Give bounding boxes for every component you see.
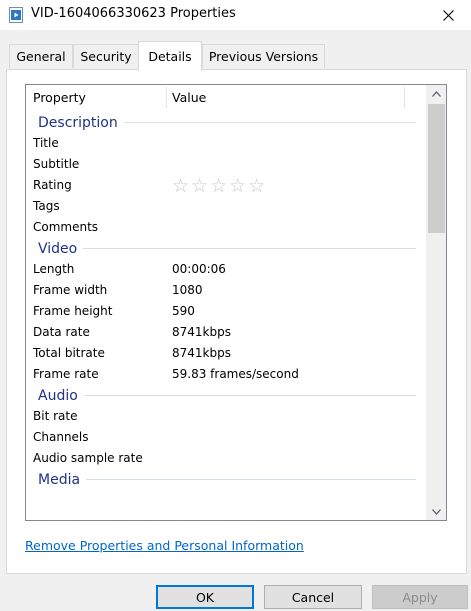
chevron-down-icon (431, 508, 441, 515)
property-name: Audio sample rate (33, 451, 143, 465)
tab-label: General (16, 49, 66, 64)
scroll-down-button[interactable] (426, 503, 446, 520)
video-file-icon (9, 7, 23, 23)
property-name: Subtitle (33, 157, 80, 171)
property-name: Channels (33, 430, 89, 444)
property-row[interactable]: Tags (26, 196, 426, 217)
star-icon[interactable]: ☆ (248, 175, 267, 197)
column-divider[interactable] (166, 87, 167, 108)
column-header-value[interactable]: Value (172, 85, 206, 110)
property-row[interactable]: Frame width 1080 (26, 280, 426, 301)
property-name: Tags (33, 199, 60, 213)
group-heading: Audio (38, 387, 78, 404)
property-name: Length (33, 262, 75, 276)
cancel-button[interactable]: Cancel (264, 585, 362, 609)
property-value: 00:00:06 (172, 262, 226, 276)
property-row[interactable]: Audio sample rate (26, 448, 426, 469)
close-icon (443, 9, 454, 21)
tab-security[interactable]: Security (73, 44, 139, 68)
vertical-scrollbar[interactable] (426, 85, 446, 520)
tab-previous-versions[interactable]: Previous Versions (202, 44, 325, 68)
rating-stars[interactable]: ☆☆☆☆☆ (172, 175, 267, 197)
group-media[interactable]: Media (26, 469, 426, 490)
property-row[interactable]: Total bitrate 8741kbps (26, 343, 426, 364)
group-divider (86, 479, 416, 480)
property-value: 59.83 frames/second (172, 367, 299, 381)
property-row[interactable]: Title (26, 133, 426, 154)
window-title: VID-1604066330623 Properties (31, 6, 236, 21)
property-row[interactable]: Comments (26, 217, 426, 238)
property-value: 8741kbps (172, 346, 231, 360)
star-icon[interactable]: ☆ (229, 175, 248, 197)
tab-label: Details (148, 49, 192, 64)
group-video[interactable]: Video (26, 238, 426, 259)
details-listview[interactable]: Property Value Description Title Subtitl… (25, 84, 447, 521)
title-bar: VID-1604066330623 Properties (0, 0, 471, 30)
column-header-property[interactable]: Property (33, 85, 86, 110)
property-name: Comments (33, 220, 99, 234)
group-description[interactable]: Description (26, 112, 426, 133)
property-name: Frame rate (33, 367, 99, 381)
group-audio[interactable]: Audio (26, 385, 426, 406)
property-row[interactable]: Length 00:00:06 (26, 259, 426, 280)
group-divider (83, 395, 416, 396)
property-row[interactable]: Channels (26, 427, 426, 448)
property-row[interactable]: Subtitle (26, 154, 426, 175)
tab-strip: General Security Details Previous Versio… (0, 30, 471, 71)
group-divider (83, 248, 416, 249)
details-panel: Property Value Description Title Subtitl… (6, 69, 467, 574)
property-name: Rating (33, 178, 72, 192)
column-divider[interactable] (404, 87, 405, 108)
ok-button[interactable]: OK (156, 585, 254, 609)
property-name: Frame height (33, 304, 113, 318)
property-row[interactable]: Rating ☆☆☆☆☆ (26, 175, 426, 197)
scroll-up-button[interactable] (426, 85, 446, 102)
chevron-up-icon (431, 90, 441, 97)
property-name: Frame width (33, 283, 108, 297)
tab-label: Previous Versions (208, 49, 319, 64)
star-icon[interactable]: ☆ (172, 175, 191, 197)
group-divider (123, 122, 416, 123)
scroll-thumb[interactable] (428, 104, 445, 233)
group-heading: Video (38, 240, 78, 257)
property-row[interactable]: Frame rate 59.83 frames/second (26, 364, 426, 385)
property-value: 590 (172, 304, 195, 318)
list-header: Property Value (26, 85, 426, 110)
property-row[interactable]: Bit rate (26, 406, 426, 427)
close-button[interactable] (426, 0, 471, 30)
property-name: Data rate (33, 325, 90, 339)
property-name: Bit rate (33, 409, 78, 423)
property-row[interactable]: Data rate 8741kbps (26, 322, 426, 343)
property-name: Total bitrate (33, 346, 105, 360)
tab-details[interactable]: Details (138, 41, 202, 71)
property-rows: Description Title Subtitle Rating ☆☆☆☆☆ … (26, 112, 426, 490)
group-heading: Description (38, 114, 118, 131)
star-icon[interactable]: ☆ (210, 175, 229, 197)
tab-label: Security (80, 49, 132, 64)
property-row[interactable]: Frame height 590 (26, 301, 426, 322)
apply-button[interactable]: Apply (372, 585, 468, 609)
group-heading: Media (38, 471, 81, 488)
star-icon[interactable]: ☆ (191, 175, 210, 197)
property-value: 1080 (172, 283, 203, 297)
property-value: 8741kbps (172, 325, 231, 339)
tab-general[interactable]: General (9, 44, 73, 68)
property-name: Title (33, 136, 59, 150)
remove-properties-link[interactable]: Remove Properties and Personal Informati… (25, 538, 304, 553)
